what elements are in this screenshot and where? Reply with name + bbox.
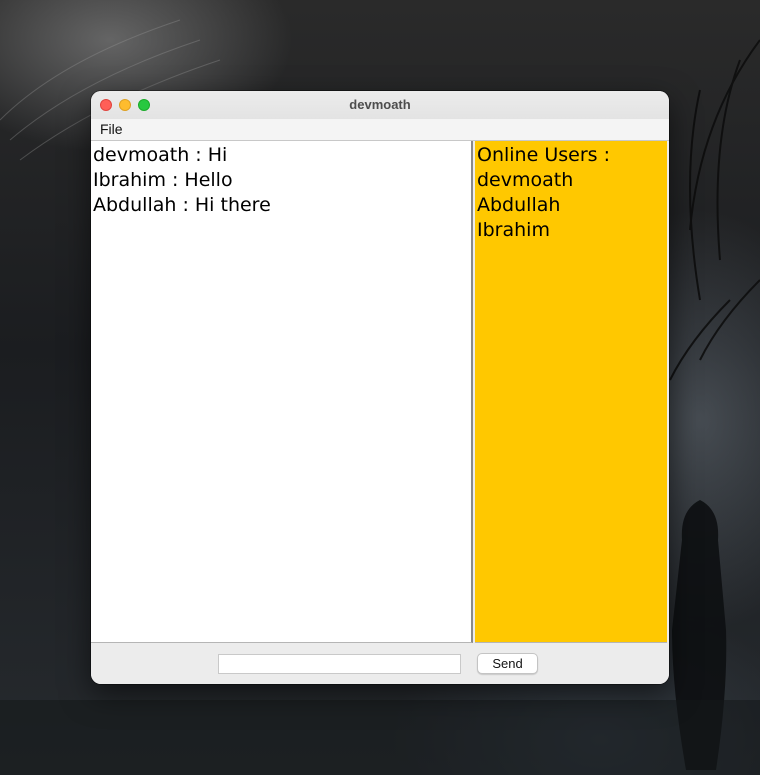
- online-users-panel[interactable]: Online Users : devmoath Abdullah Ibrahim: [475, 141, 667, 643]
- online-user: Abdullah: [477, 194, 561, 216]
- online-user: Ibrahim: [477, 219, 550, 241]
- message-input[interactable]: [218, 654, 461, 674]
- menu-bar: File: [91, 119, 669, 141]
- title-bar[interactable]: devmoath: [91, 91, 669, 119]
- menu-file[interactable]: File: [100, 121, 123, 137]
- composer-bar: Send: [91, 644, 669, 684]
- chat-message: devmoath : Hi: [93, 144, 228, 166]
- chat-message: Ibrahim : Hello: [93, 169, 233, 191]
- chat-messages-area[interactable]: devmoath : Hi Ibrahim : Hello Abdullah :…: [91, 141, 473, 643]
- window-title: devmoath: [349, 97, 411, 112]
- online-user: devmoath: [477, 169, 574, 191]
- chat-message: Abdullah : Hi there: [93, 194, 271, 216]
- chat-window: devmoath File devmoath : Hi Ibrahim : He…: [91, 91, 669, 684]
- online-users-header: Online Users :: [477, 144, 610, 166]
- send-button[interactable]: Send: [477, 653, 538, 674]
